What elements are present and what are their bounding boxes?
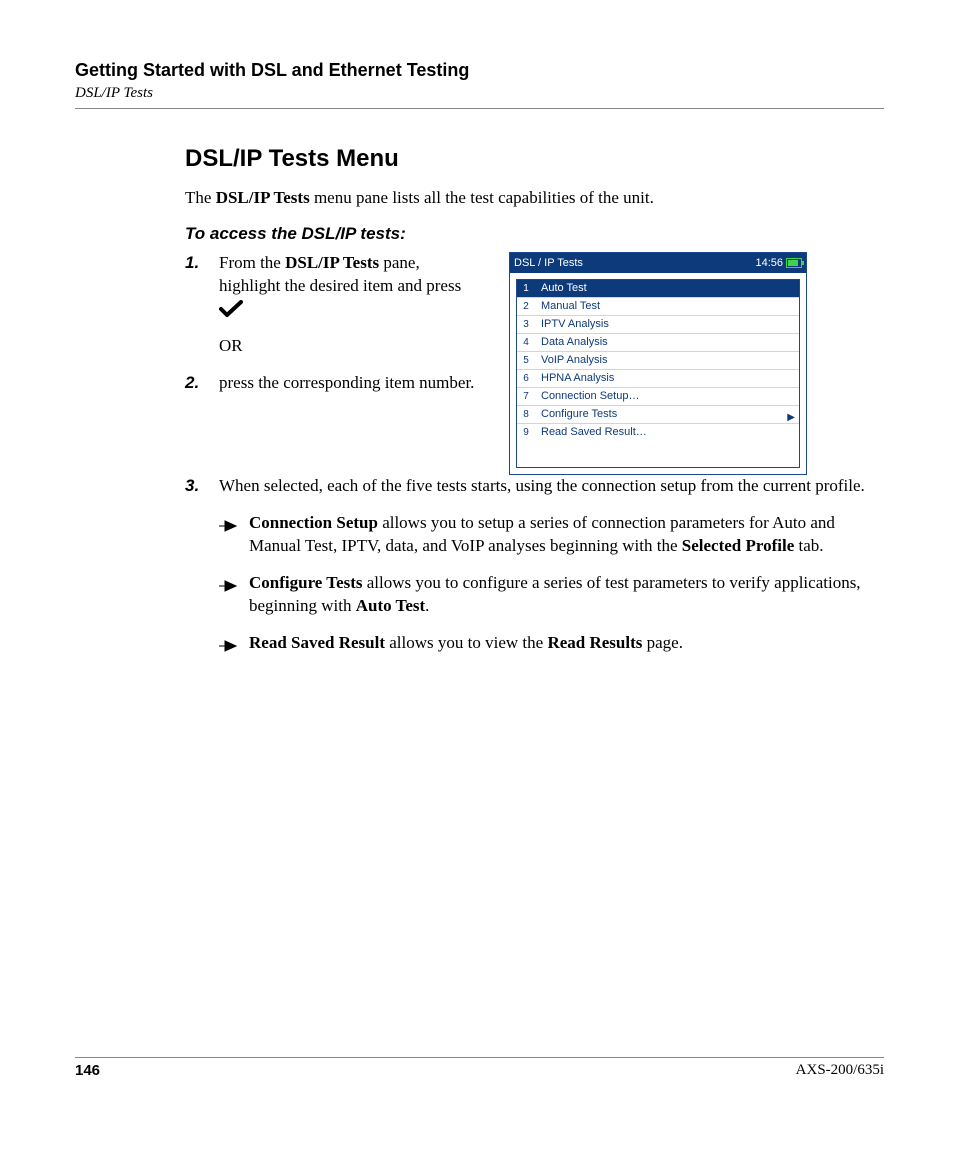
- two-column-row: From the DSL/IP Tests pane, highlight th…: [185, 252, 884, 475]
- arrow-bullet-icon: [219, 516, 237, 539]
- bullet-read-saved-result: Read Saved Result allows you to view the…: [219, 632, 884, 655]
- bullet-configure-tests: Configure Tests allows you to configure …: [219, 572, 884, 618]
- menu-item-4[interactable]: 4 Data Analysis: [517, 334, 799, 351]
- menu-item-label: Configure Tests: [535, 406, 799, 423]
- menu-item-number: 9: [517, 424, 535, 441]
- menu-item-3[interactable]: 3 IPTV Analysis: [517, 316, 799, 333]
- menu-item-label: Data Analysis: [535, 334, 799, 351]
- text: The: [185, 188, 216, 207]
- step-1: From the DSL/IP Tests pane, highlight th…: [185, 252, 485, 358]
- step-3-wrap: When selected, each of the five tests st…: [185, 475, 884, 498]
- menu-item-label: Auto Test: [535, 280, 799, 297]
- menu-item-label: HPNA Analysis: [535, 370, 799, 387]
- page-header: Getting Started with DSL and Ethernet Te…: [75, 60, 884, 109]
- menu-item-7[interactable]: 7 Connection Setup…: [517, 388, 799, 405]
- footer-rule: [75, 1057, 884, 1058]
- menu-item-label: VoIP Analysis: [535, 352, 799, 369]
- text: page.: [642, 633, 683, 652]
- text-bold: Configure Tests: [249, 573, 363, 592]
- device-titlebar: DSL / IP Tests 14:56: [510, 253, 806, 273]
- menu-item-number: 8: [517, 406, 535, 423]
- step-3: When selected, each of the five tests st…: [219, 475, 884, 498]
- checkmark-icon: [219, 300, 243, 325]
- text: allows you to view the: [385, 633, 547, 652]
- arrow-bullet-icon: [219, 576, 237, 599]
- steps-column: From the DSL/IP Tests pane, highlight th…: [185, 252, 485, 409]
- text-bold: Auto Test: [356, 596, 425, 615]
- menu-item-label: IPTV Analysis: [535, 316, 799, 333]
- model-id: AXS-200/635i: [796, 1062, 884, 1079]
- menu-item-9[interactable]: 9 Read Saved Result…: [517, 424, 799, 441]
- text-bold: Read Results: [547, 633, 642, 652]
- text: From the: [219, 253, 285, 272]
- breadcrumb: DSL/IP Tests: [75, 85, 884, 102]
- text-bold: DSL/IP Tests: [285, 253, 379, 272]
- footer-row: 146 AXS-200/635i: [75, 1062, 884, 1079]
- menu-item-label: Manual Test: [535, 298, 799, 315]
- menu-item-label: Read Saved Result…: [535, 424, 799, 441]
- text-bold: Connection Setup: [249, 513, 378, 532]
- menu-item-2[interactable]: 2 Manual Test: [517, 298, 799, 315]
- text-bold: DSL/IP Tests: [216, 188, 310, 207]
- device-screenshot: DSL / IP Tests 14:56 1 Auto Test 2 Manua…: [509, 252, 807, 475]
- text: .: [425, 596, 429, 615]
- menu-item-5[interactable]: 5 VoIP Analysis: [517, 352, 799, 369]
- device-title-text: DSL / IP Tests: [514, 257, 583, 269]
- battery-icon: [786, 258, 802, 268]
- body: DSL/IP Tests Menu The DSL/IP Tests menu …: [185, 145, 884, 655]
- device-time: 14:56: [755, 257, 783, 269]
- menu-item-number: 4: [517, 334, 535, 351]
- menu-item-8[interactable]: 8 Configure Tests ▶: [517, 406, 799, 423]
- section-heading: DSL/IP Tests Menu: [185, 145, 884, 173]
- chapter-title: Getting Started with DSL and Ethernet Te…: [75, 60, 884, 81]
- menu-item-number: 2: [517, 298, 535, 315]
- menu-item-number: 7: [517, 388, 535, 405]
- text-bold: Selected Profile: [682, 536, 795, 555]
- bullet-connection-setup: Connection Setup allows you to setup a s…: [219, 512, 884, 558]
- text-bold: Read Saved Result: [249, 633, 385, 652]
- step-2: press the corresponding item number.: [185, 372, 485, 395]
- text: menu pane lists all the test capabilitie…: [310, 188, 654, 207]
- menu-item-number: 1: [517, 280, 535, 297]
- menu-item-6[interactable]: 6 HPNA Analysis: [517, 370, 799, 387]
- menu-item-number: 5: [517, 352, 535, 369]
- sub-bullets: Connection Setup allows you to setup a s…: [219, 512, 884, 655]
- status-area: 14:56: [755, 257, 802, 269]
- arrow-bullet-icon: [219, 636, 237, 659]
- menu-item-label: Connection Setup…: [535, 388, 799, 405]
- menu-item-number: 6: [517, 370, 535, 387]
- device-menu: 1 Auto Test 2 Manual Test 3 IPTV Analysi…: [516, 279, 800, 468]
- menu-item-number: 3: [517, 316, 535, 333]
- lead-paragraph: The DSL/IP Tests menu pane lists all the…: [185, 187, 884, 210]
- page-footer: 146 AXS-200/635i: [75, 1057, 884, 1079]
- menu-item-1[interactable]: 1 Auto Test: [517, 280, 799, 297]
- procedure-heading: To access the DSL/IP tests:: [185, 224, 884, 244]
- text: tab.: [794, 536, 823, 555]
- page-number: 146: [75, 1062, 100, 1079]
- document-page: Getting Started with DSL and Ethernet Te…: [0, 0, 954, 1159]
- or-text: OR: [219, 335, 485, 358]
- steps-list: From the DSL/IP Tests pane, highlight th…: [185, 252, 485, 395]
- header-rule: [75, 108, 884, 109]
